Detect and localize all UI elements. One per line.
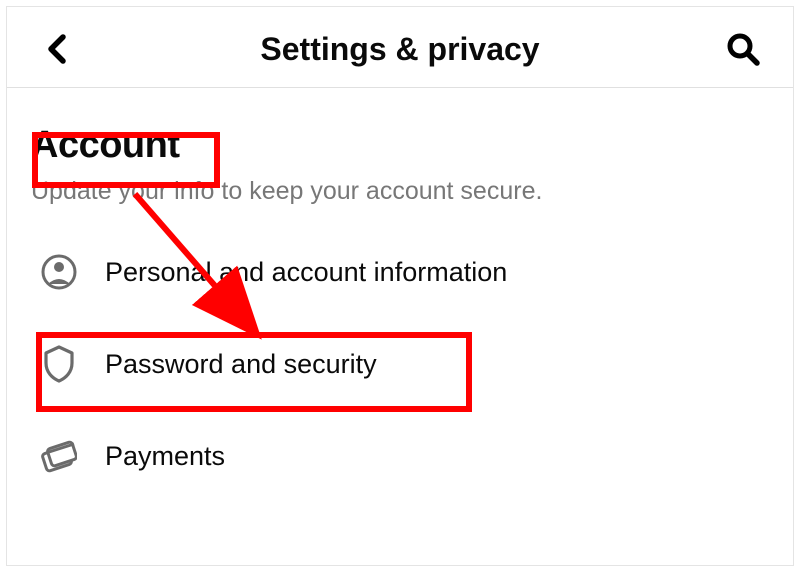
payments-icon <box>39 436 79 476</box>
header: Settings & privacy <box>7 7 793 88</box>
content: Account Update your info to keep your ac… <box>7 88 793 502</box>
back-button[interactable] <box>37 29 77 69</box>
list-item-label: Password and security <box>105 349 377 380</box>
list-item-label: Payments <box>105 441 225 472</box>
person-icon <box>39 252 79 292</box>
list-item-label: Personal and account information <box>105 257 507 288</box>
search-icon <box>726 32 760 66</box>
page-title: Settings & privacy <box>260 31 539 68</box>
section-subtitle: Update your info to keep your account se… <box>31 177 769 206</box>
list-item-payments[interactable]: Payments <box>31 410 769 502</box>
list-item-personal-info[interactable]: Personal and account information <box>31 226 769 318</box>
shield-icon <box>39 344 79 384</box>
chevron-left-icon <box>46 34 68 64</box>
search-button[interactable] <box>723 29 763 69</box>
list-item-password-security[interactable]: Password and security <box>31 318 769 410</box>
settings-list: Personal and account information Passwor… <box>31 226 769 502</box>
section-title: Account <box>31 124 180 167</box>
